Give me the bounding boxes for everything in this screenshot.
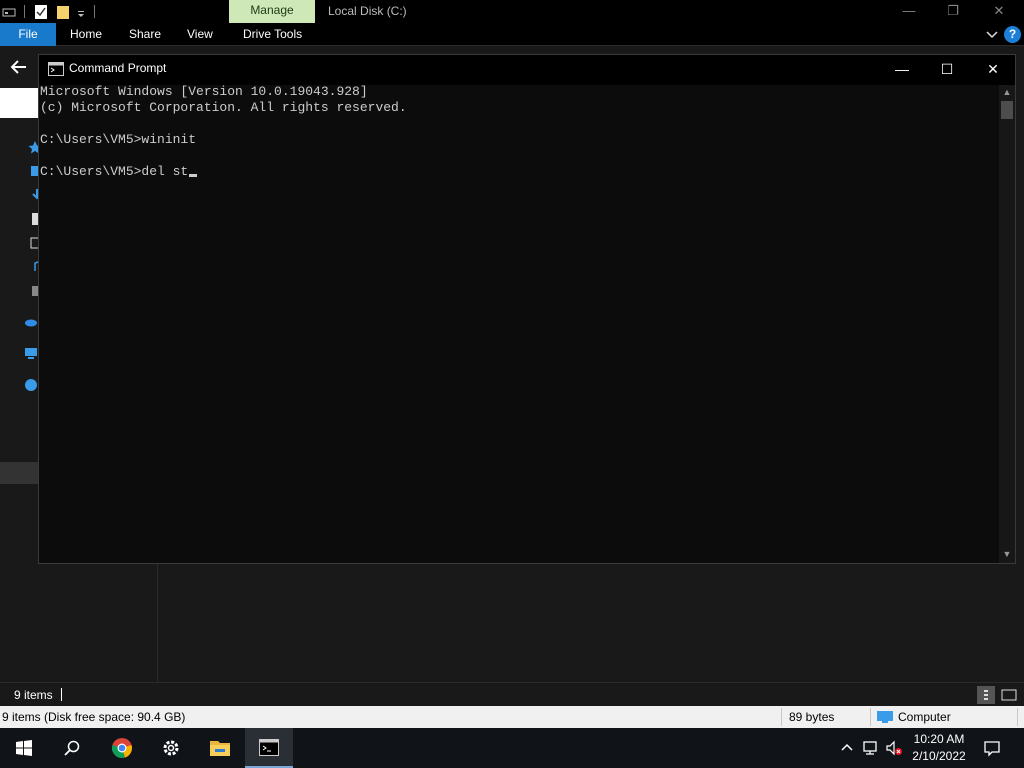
chrome-icon [112,738,132,758]
status-divider [1017,708,1018,726]
notifications-icon[interactable] [983,739,1001,757]
network-icon[interactable] [862,739,880,757]
cmd-close-button[interactable]: ✕ [970,55,1016,85]
taskbar-command-prompt[interactable] [245,728,293,768]
search-icon [64,740,80,756]
search-button[interactable] [48,728,96,768]
scroll-up-arrow-icon[interactable]: ▲ [999,85,1015,99]
address-bar[interactable] [0,88,40,118]
location-label: Computer [898,710,951,724]
properties-icon[interactable] [34,3,48,20]
cmd-maximize-button[interactable]: ☐ [924,55,970,85]
clock-date: 2/10/2022 [912,749,966,763]
console-current-command[interactable]: C:\Users\VM5>del st [40,164,188,179]
cmd-title: Command Prompt [69,61,167,75]
tab-drive-tools[interactable]: Drive Tools [243,23,302,46]
network-icon[interactable] [24,378,38,392]
this-pc-selection[interactable] [0,462,40,484]
cmd-minimize-button[interactable]: — [879,55,925,85]
back-arrow-icon[interactable] [8,56,30,78]
cmd-scrollbar[interactable]: ▲ ▼ [999,85,1015,563]
quick-access-separator [24,5,25,18]
tab-share[interactable]: Share [129,23,161,46]
onedrive-icon[interactable] [24,314,38,328]
this-pc-icon[interactable] [24,346,38,360]
taskbar: 10:20 AM 2/10/2022 [0,728,1024,768]
show-hidden-icons-chevron-up-icon[interactable] [838,739,856,757]
scroll-down-arrow-icon[interactable]: ▼ [999,547,1015,561]
taskbar-file-explorer[interactable] [196,728,244,768]
console-line: (c) Microsoft Corporation. All rights re… [40,100,407,115]
details-status-bar: 9 items (Disk free space: 90.4 GB) 89 by… [0,706,1024,728]
chevron-down-icon[interactable] [984,26,1000,42]
customize-quick-access-icon[interactable] [76,3,86,20]
command-prompt-window: Command Prompt — ☐ ✕ Microsoft Windows [… [38,54,1016,564]
console-line: C:\Users\VM5>wininit [40,132,197,147]
scroll-thumb[interactable] [1001,101,1013,119]
explorer-status-bar: 9 items [0,682,1024,706]
tab-view[interactable]: View [187,23,213,46]
explorer-restore-button[interactable]: ❐ [930,0,976,23]
status-divider [870,708,871,726]
tab-manage[interactable]: Manage [229,0,315,23]
settings-icon [163,740,179,756]
cmd-titlebar[interactable]: Command Prompt — ☐ ✕ [39,55,1015,85]
command-prompt-icon [48,62,64,76]
computer-icon [877,711,893,723]
taskbar-clock[interactable]: 10:20 AM 2/10/2022 [906,731,972,765]
explorer-title: Local Disk (C:) [328,4,407,18]
clock-time: 10:20 AM [913,732,965,746]
console-output[interactable]: Microsoft Windows [Version 10.0.19043.92… [39,84,999,563]
start-icon [16,740,32,756]
new-folder-icon[interactable] [56,3,70,20]
item-count: 9 items [14,688,53,702]
console-line: Microsoft Windows [Version 10.0.19043.92… [40,84,368,99]
taskbar-settings[interactable] [147,728,195,768]
status-separator [61,688,62,701]
file-explorer-icon [210,741,230,756]
taskbar-chrome[interactable] [98,728,146,768]
disk-free-space: 9 items (Disk free space: 90.4 GB) [2,710,186,724]
help-icon[interactable]: ? [1004,26,1021,43]
start-button[interactable] [0,728,48,768]
file-size: 89 bytes [789,710,835,724]
tab-home[interactable]: Home [70,23,102,46]
command-prompt-icon [259,739,279,756]
explorer-titlebar: Manage Local Disk (C:) — ❐ ✕ [0,0,1024,23]
drive-icon [2,8,16,17]
status-divider [781,708,782,726]
explorer-minimize-button[interactable]: — [886,0,932,23]
explorer-ribbon: File Home Share View Drive Tools ? [0,23,1024,46]
text-cursor [189,174,198,177]
tab-file[interactable]: File [0,23,56,46]
quick-access-separator [94,5,95,18]
large-icons-view-icon[interactable] [1000,686,1018,704]
volume-muted-icon[interactable] [885,739,903,757]
explorer-close-button[interactable]: ✕ [976,0,1022,23]
details-view-icon[interactable] [977,686,995,704]
console-input-line[interactable]: C:\Users\VM5>del st [40,164,198,180]
